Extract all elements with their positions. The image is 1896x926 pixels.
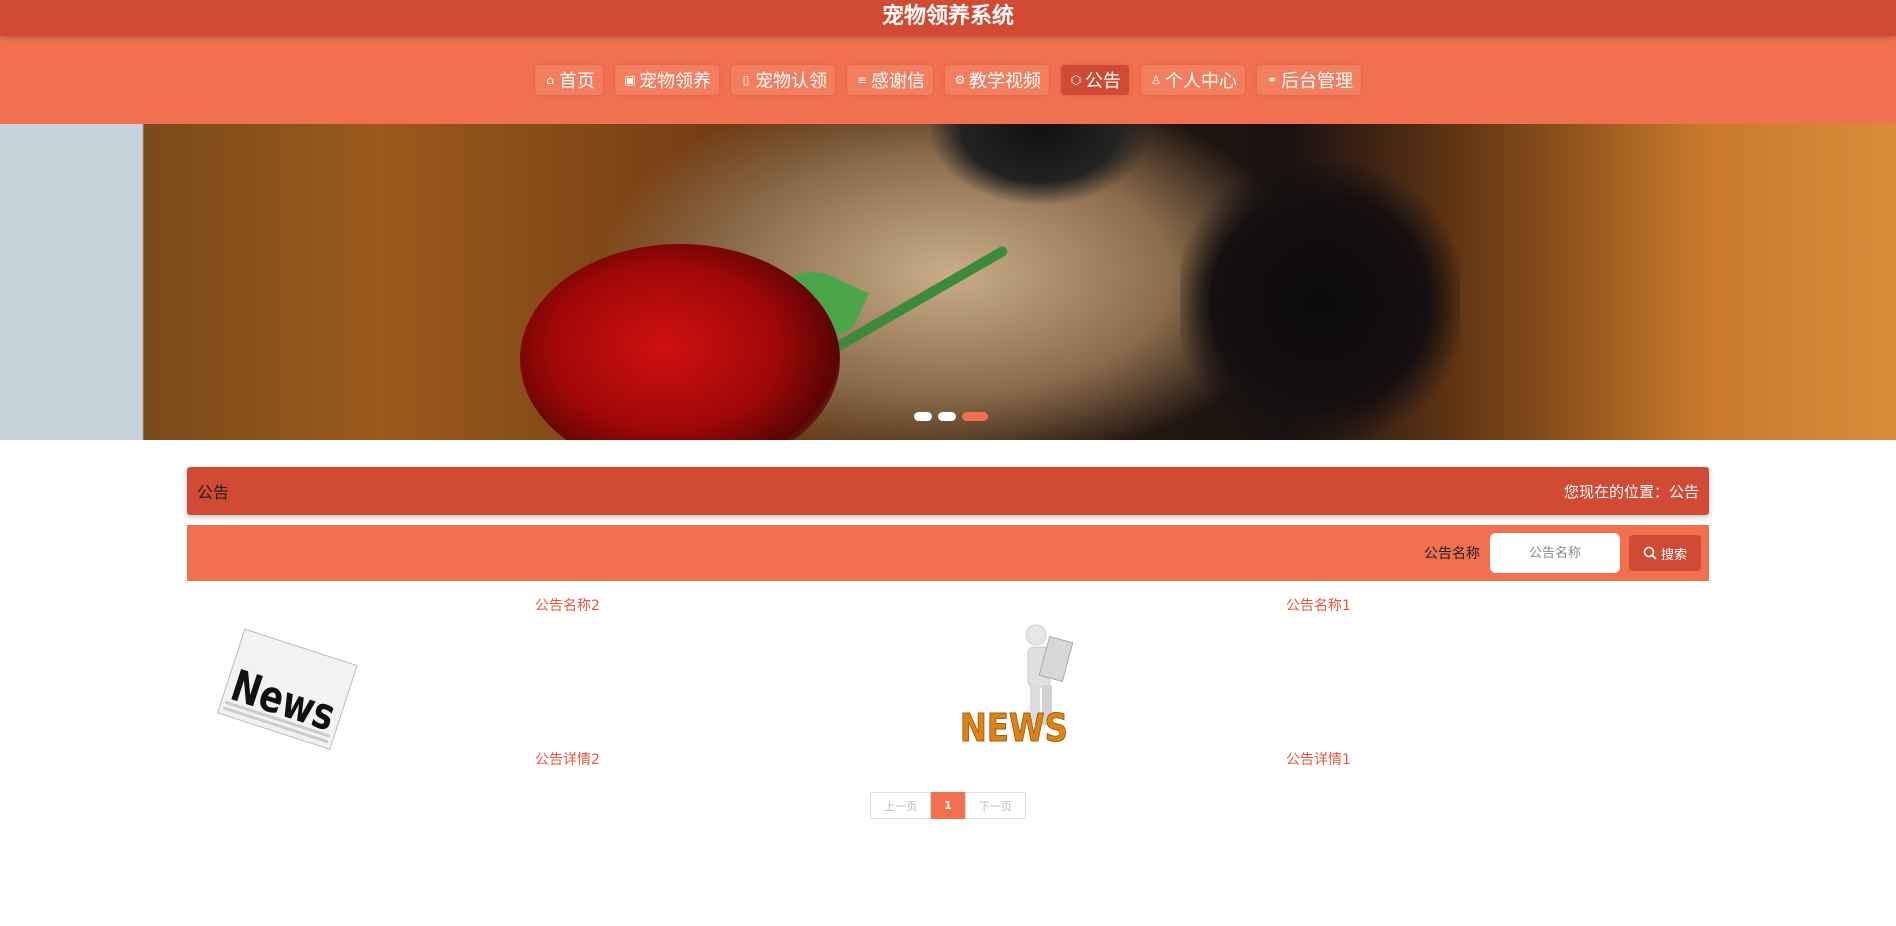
banner-dog-nose	[930, 124, 1150, 204]
prev-page-button[interactable]: 上一页	[870, 792, 932, 819]
main-content: 公告 您现在的位置：公告 公告名称 搜索 News 公告名称	[187, 467, 1709, 819]
page-number-button[interactable]: 1	[931, 792, 965, 819]
announcement-detail[interactable]: 公告详情2	[535, 749, 600, 769]
carousel-dot-2[interactable]	[938, 412, 956, 421]
list-icon: ≡	[856, 73, 868, 87]
search-label: 公告名称	[1424, 546, 1480, 562]
announcement-card[interactable]: News 公告名称2 公告详情2	[187, 595, 948, 769]
search-input[interactable]	[1490, 533, 1620, 573]
next-page-button[interactable]: 下一页	[964, 792, 1026, 819]
nav-label: 后台管理	[1281, 71, 1353, 92]
link-icon: ⚭	[1266, 73, 1278, 87]
announcement-title[interactable]: 公告名称1	[1286, 595, 1351, 615]
page-title: 公告	[197, 483, 230, 502]
nav-item-tutorial-videos[interactable]: ⚙ 教学视频	[945, 65, 1049, 95]
cube-icon: ⬡	[1070, 73, 1082, 87]
nav-item-home[interactable]: ⌂ 首页	[535, 65, 603, 95]
nav-item-personal-center[interactable]: ♙ 个人中心	[1141, 65, 1245, 95]
page-title-bar: 公告 您现在的位置：公告	[187, 467, 1709, 515]
banner-bow-tie	[1180, 164, 1460, 440]
search-button[interactable]: 搜索	[1629, 535, 1701, 571]
gift-icon: ▣	[624, 73, 636, 87]
nav-label: 个人中心	[1165, 71, 1237, 92]
announcement-card[interactable]: NEWS 公告名称1 公告详情1	[948, 595, 1709, 769]
news-reader-image: NEWS	[959, 624, 1074, 751]
nav-label: 感谢信	[871, 71, 925, 92]
header-bar: 宠物领养系统	[0, 0, 1896, 36]
nav-label: 宠物认领	[755, 71, 827, 92]
search-bar: 公告名称 搜索	[187, 525, 1709, 581]
announcement-title[interactable]: 公告名称2	[535, 595, 600, 615]
nav-label: 宠物领养	[639, 71, 711, 92]
announcement-detail[interactable]: 公告详情1	[1286, 749, 1351, 769]
gear-icon: ⚙	[954, 73, 966, 87]
nav-label: 教学视频	[969, 71, 1041, 92]
announcement-list: News 公告名称2 公告详情2 NEWS 公告名称1 公告详情1	[187, 595, 1709, 769]
carousel-dot-3[interactable]	[962, 412, 988, 421]
nav-label: 首页	[559, 71, 595, 92]
search-icon	[1643, 546, 1657, 560]
carousel-indicators	[914, 412, 988, 421]
newspaper-image: News	[216, 628, 358, 750]
nav-item-admin[interactable]: ⚭ 后台管理	[1257, 65, 1361, 95]
site-title: 宠物领养系统	[881, 4, 1014, 29]
nav-item-announcements[interactable]: ⬡ 公告	[1061, 65, 1129, 95]
carousel-dot-1[interactable]	[914, 412, 932, 421]
svg-text:NEWS: NEWS	[960, 707, 1068, 751]
main-nav: ⌂ 首页 ▣ 宠物领养 ▯ 宠物认领 ≡ 感谢信 ⚙ 教学视频 ⬡ 公告 ♙ 个…	[0, 36, 1896, 124]
nav-item-thank-you-letters[interactable]: ≡ 感谢信	[847, 65, 933, 95]
nav-item-pet-adoption[interactable]: ▣ 宠物领养	[615, 65, 719, 95]
document-icon: ▯	[742, 73, 750, 87]
search-button-label: 搜索	[1660, 547, 1687, 563]
pagination: 上一页 1 下一页	[187, 792, 1709, 819]
nav-item-pet-claim[interactable]: ▯ 宠物认领	[731, 65, 835, 95]
home-icon: ⌂	[546, 73, 554, 87]
breadcrumb: 您现在的位置：公告	[1563, 482, 1699, 501]
nav-label: 公告	[1085, 71, 1121, 92]
carousel-banner[interactable]	[0, 124, 1896, 440]
user-icon: ♙	[1150, 73, 1162, 87]
